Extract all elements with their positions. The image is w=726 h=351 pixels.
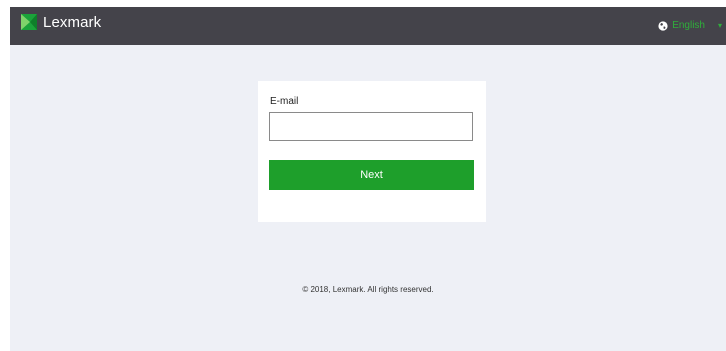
chevron-down-icon: ▾ [718, 21, 723, 30]
brand[interactable]: Lexmark [21, 13, 101, 31]
brand-name: Lexmark [43, 13, 102, 31]
login-card: E-mail Next [258, 81, 486, 222]
email-label: E-mail [270, 96, 299, 107]
language-selector[interactable]: English ▾ [658, 20, 726, 31]
language-label: English [672, 20, 705, 31]
next-button[interactable]: Next [269, 160, 474, 190]
lexmark-logo-icon [21, 14, 37, 30]
copyright-text: © 2018, Lexmark. All rights reserved. [302, 285, 434, 294]
header-bar: Lexmark English ▾ [10, 7, 726, 45]
globe-icon [658, 20, 668, 31]
page-frame: Lexmark English ▾ E-mail Next © 2018, Le… [10, 7, 726, 351]
email-field[interactable] [269, 112, 473, 141]
